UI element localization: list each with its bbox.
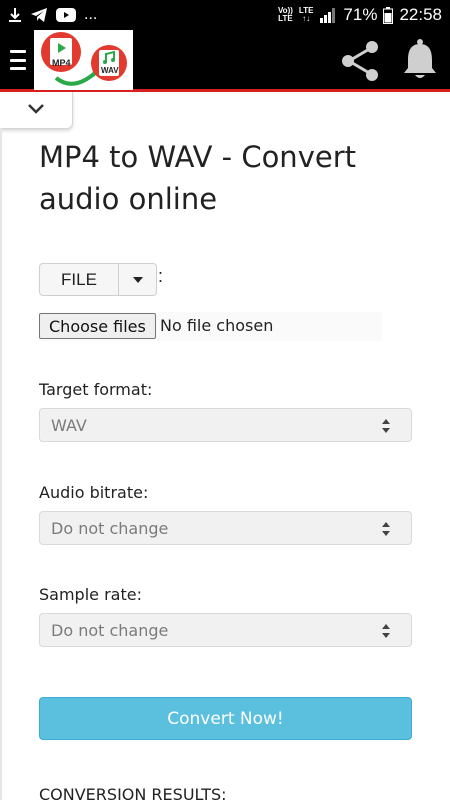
- logo-wav-text: WAV: [101, 66, 119, 75]
- page-edge: [0, 128, 2, 800]
- sample-rate-select[interactable]: Do not change: [39, 613, 412, 647]
- audio-bitrate-select[interactable]: Do not change: [39, 511, 412, 545]
- telegram-icon: [31, 8, 47, 22]
- select-arrows-icon: [382, 419, 390, 433]
- clock: 22:58: [399, 5, 442, 24]
- battery-percent: 71%: [343, 5, 378, 24]
- youtube-icon: [56, 8, 76, 22]
- target-format-label: Target format:: [39, 380, 153, 399]
- signal-icon: [320, 8, 336, 23]
- file-source-dropdown[interactable]: [119, 263, 157, 296]
- audio-bitrate-value: Do not change: [51, 519, 169, 538]
- bell-icon[interactable]: [400, 38, 440, 82]
- file-status-text: No file chosen: [160, 316, 274, 335]
- sample-rate-label: Sample rate:: [39, 585, 142, 604]
- choose-files-button[interactable]: Choose files: [39, 313, 156, 339]
- select-arrows-icon: [382, 522, 390, 536]
- page-title: MP4 to WAV - Convert audio online: [39, 140, 356, 216]
- file-input[interactable]: Choose files No file chosen: [39, 312, 382, 341]
- hamburger-menu-icon[interactable]: [10, 50, 26, 70]
- select-arrows-icon: [382, 624, 390, 638]
- file-source-button[interactable]: FILE: [39, 263, 119, 296]
- target-format-value: WAV: [51, 416, 87, 435]
- file-source-colon: :: [158, 266, 164, 286]
- app-logo[interactable]: MP4 WAV: [34, 30, 133, 90]
- logo-mp4-text: MP4: [52, 58, 71, 68]
- volte-bottom: LTE: [278, 14, 293, 23]
- file-source-group: FILE: [39, 263, 157, 296]
- status-bar: ... Vo)) LTE LTE ↑↓ 71% 22:58: [0, 0, 450, 30]
- collapse-toggle[interactable]: [0, 92, 73, 129]
- target-format-select[interactable]: WAV: [39, 408, 412, 442]
- lte-indicator: LTE ↑↓: [299, 7, 314, 23]
- chevron-down-icon: [28, 104, 44, 114]
- caret-down-icon: [132, 276, 143, 283]
- conversion-results-heading: CONVERSION RESULTS:: [39, 785, 227, 804]
- sample-rate-value: Do not change: [51, 621, 169, 640]
- status-bar-system: Vo)) LTE LTE ↑↓ 71% 22:58: [278, 4, 442, 26]
- battery-icon: [383, 6, 394, 24]
- share-icon[interactable]: [337, 37, 385, 85]
- convert-now-button[interactable]: Convert Now!: [39, 697, 412, 740]
- more-notifications: ...: [84, 6, 98, 23]
- audio-bitrate-label: Audio bitrate:: [39, 483, 149, 502]
- status-bar-notifications: ...: [8, 4, 97, 26]
- download-icon: [9, 8, 21, 22]
- volte-indicator: Vo)) LTE: [278, 7, 293, 23]
- lte-bottom: ↑↓: [302, 14, 311, 23]
